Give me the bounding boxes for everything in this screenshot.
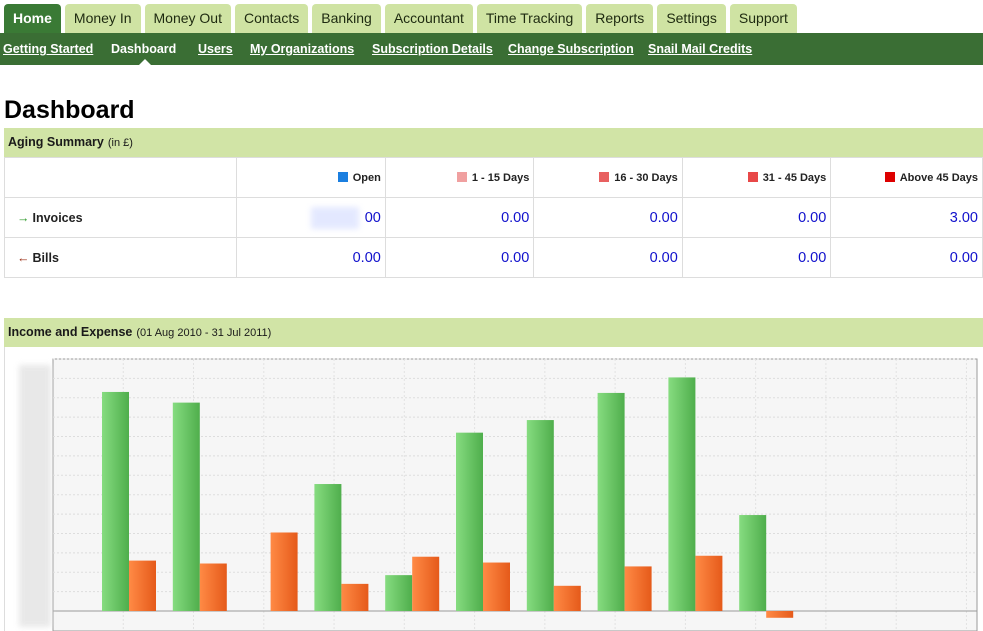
subtab-dashboard[interactable]: Dashboard (111, 42, 176, 56)
aging-column-label: 1 - 15 Days (471, 171, 530, 184)
tab-reports[interactable]: Reports (586, 4, 654, 33)
aging-column-header: Above 45 Days (830, 157, 983, 198)
tab-time-tracking[interactable]: Time Tracking (476, 4, 583, 33)
tab-support[interactable]: Support (729, 4, 797, 33)
tab-home[interactable]: Home (4, 4, 61, 33)
aging-amount-link[interactable]: 0.00 (236, 237, 386, 278)
income-expense-header: Income and Expense (01 Aug 2010 - 31 Jul … (4, 318, 983, 347)
legend-swatch-icon (456, 171, 467, 182)
aging-column-header: 16 - 30 Days (533, 157, 683, 198)
aging-summary-table: Open 1 - 15 Days 16 - 30 Days 31 - 45 Days A… (3, 157, 983, 278)
income-expense-range: (01 Aug 2010 - 31 Jul 2011) (136, 327, 272, 339)
aging-amount-link[interactable]: 0.00 (533, 197, 683, 238)
aging-column-label: 16 - 30 Days (614, 171, 678, 184)
aging-summary-currency: (in £) (107, 137, 133, 149)
table-row: ← Bills 0.00 0.00 0.00 0.00 0.00 (3, 237, 983, 278)
top-navigation: Home Money In Money Out Contacts Banking Acco… (0, 0, 983, 33)
income-bar (385, 575, 413, 611)
subtab-getting-started[interactable]: Getting Started (3, 42, 93, 56)
tab-banking[interactable]: Banking (312, 4, 381, 33)
legend-swatch-icon (747, 171, 758, 182)
aging-column-header: 1 - 15 Days (384, 157, 535, 198)
arrow-left-icon: ← (17, 250, 30, 265)
aging-amount-link[interactable]: 3.00 (830, 197, 983, 238)
aging-amount-link[interactable]: 0.00 (533, 237, 683, 278)
income-bar (102, 391, 129, 611)
aging-header-row: Open 1 - 15 Days 16 - 30 Days 31 - 45 Days A… (3, 157, 983, 198)
expense-bar (129, 560, 156, 611)
aging-summary-title: Aging Summary (8, 135, 104, 149)
expense-bar (270, 532, 298, 611)
income-expense-title: Income and Expense (8, 325, 133, 339)
tab-accountant[interactable]: Accountant (384, 4, 473, 33)
tab-settings[interactable]: Settings (657, 4, 726, 33)
income-bar (314, 484, 342, 611)
legend-swatch-icon (599, 171, 610, 182)
aging-amount-link[interactable]: 00 (236, 197, 386, 238)
income-bar (739, 515, 767, 611)
arrow-right-icon: → (17, 210, 30, 225)
subtab-subscription-details[interactable]: Subscription Details (372, 42, 493, 56)
tab-contacts[interactable]: Contacts (234, 4, 309, 33)
income-bar (668, 377, 696, 611)
aging-column-label: 31 - 45 Days (762, 171, 827, 184)
subtab-change-subscription[interactable]: Change Subscription (508, 42, 634, 56)
expense-bar (695, 555, 723, 611)
aging-row-label: Invoices (32, 210, 83, 225)
blurred-axis-labels (19, 365, 51, 627)
aging-amount-link[interactable]: 0.00 (681, 237, 832, 278)
expense-bar (766, 611, 794, 618)
expense-bar (199, 563, 227, 611)
subtab-my-organizations[interactable]: My Organizations (250, 42, 354, 56)
table-row: → Invoices 00 0.00 0.00 0.00 3.00 (3, 197, 983, 238)
aging-row-label-cell: → Invoices (3, 197, 238, 238)
aging-column-header: 31 - 45 Days (681, 157, 832, 198)
subtab-users[interactable]: Users (198, 42, 233, 56)
expense-bar (624, 566, 652, 611)
aging-column-header: Open (236, 157, 386, 198)
income-bar (526, 420, 554, 611)
chart-svg (52, 358, 978, 631)
aging-row-label-cell: ← Bills (3, 237, 238, 278)
expense-bar (412, 556, 440, 611)
aging-amount-link[interactable]: 0.00 (681, 197, 832, 238)
aging-column-label: Open (352, 171, 381, 184)
tab-money-in[interactable]: Money In (64, 4, 141, 33)
aging-amount-link[interactable]: 0.00 (384, 197, 535, 238)
income-bar (172, 402, 200, 611)
income-bar (456, 432, 483, 611)
expense-bar (553, 585, 581, 611)
aging-summary-header: Aging Summary (in £) (4, 128, 983, 157)
aging-corner-cell (3, 157, 238, 198)
page-title: Dashboard (4, 96, 135, 124)
aging-amount-link[interactable]: 0.00 (830, 237, 983, 278)
legend-swatch-icon (884, 171, 895, 182)
legend-swatch-icon (337, 171, 348, 182)
expense-bar (483, 562, 510, 611)
aging-amount-text: 00 (364, 209, 381, 226)
aging-row-label: Bills (32, 250, 59, 265)
subtab-snail-mail-credits[interactable]: Snail Mail Credits (648, 42, 752, 56)
expense-bar (341, 583, 369, 611)
main-tabs: Home Money In Money Out Contacts Banking Acco… (4, 4, 797, 33)
aging-column-label: Above 45 Days (899, 171, 978, 184)
aging-amount-link[interactable]: 0.00 (384, 237, 535, 278)
tab-money-out[interactable]: Money Out (144, 4, 231, 33)
current-subtab-caret-icon (139, 59, 151, 65)
income-expense-chart (4, 347, 983, 631)
income-bar (597, 392, 625, 611)
blurred-value-mask (311, 207, 360, 229)
